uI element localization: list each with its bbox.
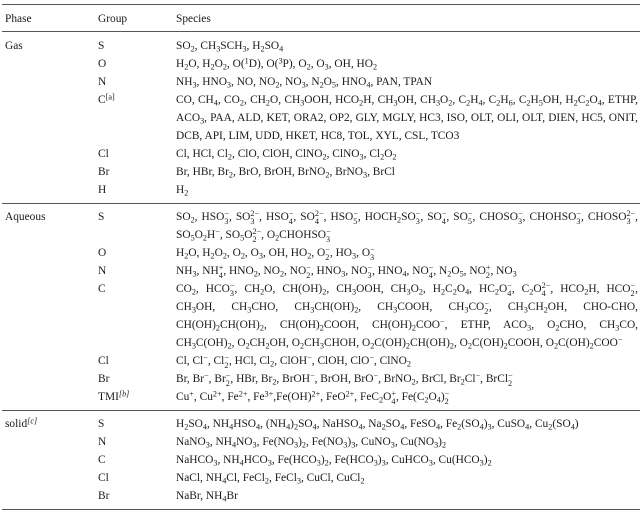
species-cell: H2SO4, NH4HSO4, (NH4)2SO4, NaHSO4, Na2SO…: [176, 418, 579, 432]
species-cell: Cu+, Cu2+, Fe2+, Fe3+,Fe(OH)2+, FeO2+, F…: [176, 388, 450, 406]
phase-section-solid: solid[c] S H2SO4, NH4HSO4, (NH4)2SO4, NaHS…: [2, 411, 640, 509]
table-row: Cl NaCl, NH4Cl, FeCl2, FeCl3, CuCl, CuCl2: [2, 469, 640, 487]
group-cell: S: [98, 415, 176, 433]
phase-label: Aqueous: [5, 211, 46, 223]
phase-cell: Aqueous: [2, 208, 98, 226]
table-row: N NaNO3, NH4NO3, Fe(NO3)2, Fe(NO3)3, CuNO…: [2, 433, 640, 451]
table-row: C[a] CO, CH4, CO2, CH2O, CH3OOH, HCO2H, C…: [2, 91, 640, 145]
species-cell: H2O, H2O2, O2, O3, OH, HO2, O− 2, HO3, O−…: [176, 244, 375, 262]
group-cell: Br: [98, 163, 176, 181]
group-cell: Cl: [98, 145, 176, 163]
table-row: O H2O, H2O2, O2, O3, OH, HO2, O− 2, HO3, O…: [2, 244, 640, 262]
group-label: N: [98, 265, 107, 277]
group-cell: C[a]: [98, 91, 176, 109]
table-row: N NH3, NH+ 4, HNO2, NO2, NO− 2, HNO3, NO− 3,…: [2, 262, 640, 280]
table-row: O H2O, H2O2, O(1D), O(3P), O2, O3, OH, HO…: [2, 55, 640, 73]
group-label: H: [98, 184, 107, 196]
group-label: N: [98, 436, 107, 448]
group-cell: Cl: [98, 469, 176, 487]
species-cell: NaNO3, NH4NO3, Fe(NO3)2, Fe(NO3)3, CuNO3…: [176, 436, 447, 450]
group-label: Br: [98, 373, 110, 385]
footnote-marker: [b]: [118, 389, 130, 399]
group-cell: Br: [98, 487, 176, 505]
group-label: S: [98, 211, 105, 223]
table-row: C NaHCO3, NH4HCO3, Fe(HCO3)2, Fe(HCO3)3, …: [2, 451, 640, 469]
table-row: N NH3, HNO3, NO, NO2, NO3, N2O5, HNO4, PA…: [2, 73, 640, 91]
species-cell: Cl, Cl−, Cl− 2, HCl, Cl2, ClOH−, ClOH, Cl…: [176, 352, 411, 370]
species-cell: H2: [176, 184, 189, 198]
species-cell: H2O, H2O2, O(1D), O(3P), O2, O3, OH, HO2: [176, 56, 378, 72]
phase-section-aqueous: Aqueous S SO2, HSO− 3, SO2− 3, HSO− 4, SO2− 4,…: [2, 204, 640, 410]
group-label: S: [98, 418, 105, 430]
table-row: solid[c] S H2SO4, NH4HSO4, (NH4)2SO4, NaHS…: [2, 415, 640, 433]
group-label: C: [98, 94, 106, 106]
species-cell: CO, CH4, CO2, CH2O, CH3OOH, HCO2H, CH3OH…: [176, 94, 638, 142]
header-group: Group: [98, 13, 128, 25]
group-label: Cl: [98, 472, 109, 484]
group-cell: TMI[b]: [98, 388, 176, 406]
footnote-marker: [c]: [27, 416, 38, 426]
group-label: S: [98, 40, 105, 52]
species-cell: NH3, NH+ 4, HNO2, NO2, NO− 2, HNO3, NO− 3, …: [176, 262, 517, 280]
species-cell: Cl, HCl, Cl2, ClO, ClOH, ClNO2, ClNO3, C…: [176, 148, 397, 162]
species-table: Phase Group Species Gas S SO2, CH3SCH3, H2…: [2, 4, 640, 510]
group-cell: Br: [98, 370, 176, 388]
group-cell: H: [98, 181, 176, 199]
group-cell: N: [98, 433, 176, 451]
species-cell: NH3, HNO3, NO, NO2, NO3, N2O5, HNO4, PAN…: [176, 76, 433, 90]
phase-label: solid: [5, 418, 28, 430]
group-label: C: [98, 283, 106, 295]
table-row: Cl Cl, Cl−, Cl− 2, HCl, Cl2, ClOH−, ClOH, …: [2, 352, 640, 370]
phase-cell: solid[c]: [2, 415, 98, 433]
species-cell: Br, Br−, Br− 2, HBr, Br2, BrOH−, BrOH, Br…: [176, 370, 513, 388]
group-label: N: [98, 76, 107, 88]
group-label: Br: [98, 490, 110, 502]
species-cell: NaBr, NH4Br: [176, 490, 238, 504]
table-header: Phase Group Species: [2, 5, 640, 31]
table-row: Aqueous S SO2, HSO− 3, SO2− 3, HSO− 4, SO2− 4,…: [2, 208, 640, 244]
group-label: Cl: [98, 148, 109, 160]
table-row: Gas S SO2, CH3SCH3, H2SO4: [2, 37, 640, 55]
table-body: Gas S SO2, CH3SCH3, H2SO4 O H2O, H2O2, O(1D)…: [2, 32, 640, 509]
table-row: Br NaBr, NH4Br: [2, 487, 640, 505]
table-row: Cl Cl, HCl, Cl2, ClO, ClOH, ClNO2, ClNO3,…: [2, 145, 640, 163]
group-cell: O: [98, 244, 176, 262]
table-row: TMI[b] Cu+, Cu2+, Fe2+, Fe3+,Fe(OH)2+, Fe…: [2, 388, 640, 406]
group-cell: N: [98, 73, 176, 91]
group-label: C: [98, 454, 106, 466]
species-cell: NaCl, NH4Cl, FeCl2, FeCl3, CuCl, CuCl2: [176, 472, 365, 486]
species-cell: NaHCO3, NH4HCO3, Fe(HCO3)2, Fe(HCO3)3, C…: [176, 454, 492, 468]
phase-label: Gas: [5, 40, 23, 52]
group-cell: C: [98, 280, 176, 298]
table-row: C CO2, HCO− 3, CH2O, CH(OH)2, CH3OOH, CH3O…: [2, 280, 640, 352]
footnote-marker: [a]: [105, 92, 115, 102]
table-row: Br Br, Br−, Br− 2, HBr, Br2, BrOH−, BrOH, …: [2, 370, 640, 388]
group-label: TMI: [98, 391, 119, 403]
group-cell: N: [98, 262, 176, 280]
header-species: Species: [176, 13, 211, 25]
species-cell: SO2, HSO− 3, SO2− 3, HSO− 4, SO2− 4, HSO− 5, …: [176, 208, 639, 244]
group-cell: S: [98, 37, 176, 55]
species-cell: Br, HBr, Br2, BrO, BrOH, BrNO2, BrNO3, B…: [176, 166, 395, 180]
group-cell: Cl: [98, 352, 176, 370]
group-label: Cl: [98, 355, 109, 367]
table-row: H H2: [2, 181, 640, 199]
group-label: Br: [98, 166, 110, 178]
table-row: Br Br, HBr, Br2, BrO, BrOH, BrNO2, BrNO3,…: [2, 163, 640, 181]
group-cell: S: [98, 208, 176, 226]
group-label: O: [98, 58, 107, 70]
species-cell: SO2, CH3SCH3, H2SO4: [176, 40, 284, 54]
group-cell: O: [98, 55, 176, 73]
group-cell: C: [98, 451, 176, 469]
group-label: O: [98, 247, 107, 259]
phase-section-gas: Gas S SO2, CH3SCH3, H2SO4 O H2O, H2O2, O(1D)…: [2, 32, 640, 203]
phase-cell: Gas: [2, 37, 98, 55]
species-cell: CO2, HCO− 3, CH2O, CH(OH)2, CH3OOH, CH3O2…: [176, 280, 639, 351]
header-phase: Phase: [5, 13, 32, 25]
